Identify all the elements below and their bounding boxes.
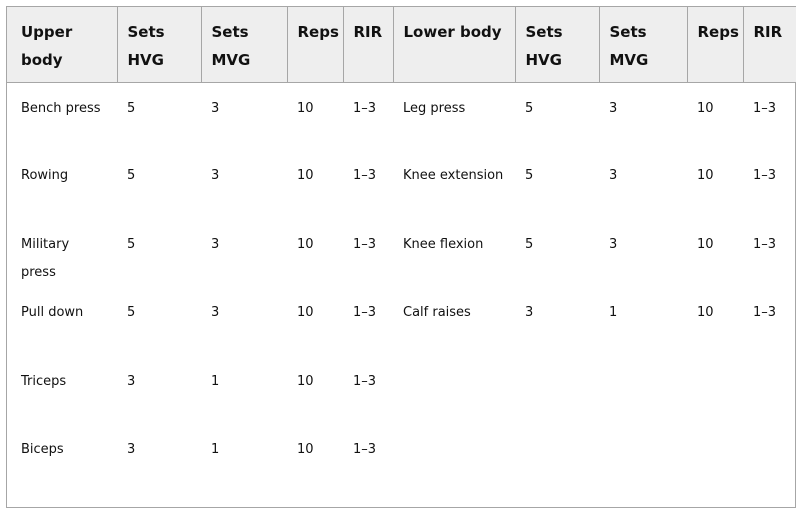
upper-sets-hvg: 5 (127, 236, 136, 252)
header-upper-sets-mvg: Sets MVG (201, 7, 288, 83)
header-upper-sets-hvg: Sets HVG (117, 7, 202, 83)
upper-exercise-name: Biceps (21, 442, 64, 457)
header-lower-sets-mvg: Sets MVG (599, 7, 688, 83)
lower-sets-mvg (599, 436, 687, 505)
lower-exercise-name (393, 368, 515, 437)
lower-sets-hvg: 5 (525, 100, 534, 116)
upper-sets-mvg: 1 (211, 373, 220, 389)
lower-rir: 1–3 (753, 100, 777, 116)
lower-sets-mvg: 3 (609, 236, 618, 252)
lower-exercise-name: Leg press (403, 100, 466, 116)
header-label: RIR (353, 23, 383, 41)
lower-rir: 1–3 (753, 305, 777, 320)
upper-sets-mvg: 3 (211, 168, 220, 183)
table-body: Bench press 5 3 10 1–3 Leg press 5 3 10 … (7, 82, 796, 505)
header-upper-body-label: Upper body (21, 23, 73, 69)
upper-exercise-name: Pull down (21, 305, 84, 320)
lower-reps (687, 436, 743, 505)
upper-reps: 10 (297, 442, 314, 457)
lower-rir (743, 436, 796, 505)
table-row: Bench press 5 3 10 1–3 Leg press 5 3 10 … (7, 82, 796, 162)
lower-rir: 1–3 (753, 236, 777, 252)
lower-sets-hvg (515, 436, 599, 505)
lower-sets-mvg: 1 (609, 305, 618, 320)
training-table-container: Upper body Sets HVG Sets MVG Reps RIR Lowe… (6, 6, 796, 508)
upper-rir: 1–3 (353, 100, 377, 116)
lower-rir (743, 368, 796, 437)
header-lower-reps: Reps (687, 7, 744, 83)
header-row: Upper body Sets HVG Sets MVG Reps RIR Lowe… (7, 7, 796, 83)
header-label-line1: Sets (525, 23, 563, 41)
header-lower-rir: RIR (743, 7, 796, 83)
header-lower-sets-hvg: Sets HVG (515, 7, 600, 83)
upper-sets-mvg: 1 (211, 442, 220, 457)
upper-reps: 10 (297, 236, 314, 252)
upper-sets-hvg: 5 (127, 100, 136, 116)
upper-sets-hvg: 3 (127, 373, 136, 389)
upper-rir: 1–3 (353, 305, 377, 320)
header-upper-body: Upper body (7, 7, 118, 83)
header-label-line1: Sets (211, 23, 249, 41)
header-label-line2: MVG (211, 51, 251, 69)
upper-exercise-name: Triceps (21, 373, 67, 389)
upper-exercise-name: Bench press (21, 100, 101, 116)
upper-sets-hvg: 3 (127, 442, 136, 457)
upper-rir: 1–3 (353, 373, 377, 389)
table-row: Triceps 3 1 10 1–3 (7, 368, 796, 437)
header-label: Reps (697, 23, 739, 41)
table-row: Rowing 5 3 10 1–3 Knee extension 5 3 10 … (7, 162, 796, 231)
header-upper-reps: Reps (287, 7, 344, 83)
upper-reps: 10 (297, 305, 314, 320)
upper-rir: 1–3 (353, 168, 377, 183)
training-table: Upper body Sets HVG Sets MVG Reps RIR Lowe… (7, 7, 796, 505)
header-label-line1: Sets (127, 23, 165, 41)
lower-rir: 1–3 (753, 168, 777, 183)
header-label: RIR (753, 23, 783, 41)
upper-reps: 10 (297, 100, 314, 116)
lower-exercise-name: Knee extension (403, 168, 504, 183)
upper-sets-mvg: 3 (211, 236, 220, 252)
lower-reps: 10 (697, 236, 714, 252)
header-label-line2: HVG (127, 51, 164, 69)
lower-exercise-name: Calf raises (403, 305, 471, 320)
header-label-line2: HVG (525, 51, 562, 69)
upper-sets-hvg: 5 (127, 168, 136, 183)
lower-sets-mvg: 3 (609, 100, 618, 116)
lower-reps: 10 (697, 168, 714, 183)
lower-exercise-name (393, 436, 515, 505)
upper-reps: 10 (297, 168, 314, 183)
upper-rir: 1–3 (353, 236, 377, 252)
table-header: Upper body Sets HVG Sets MVG Reps RIR Lowe… (7, 7, 796, 83)
upper-sets-mvg: 3 (211, 100, 220, 116)
upper-sets-hvg: 5 (127, 305, 136, 320)
lower-sets-mvg: 3 (609, 168, 618, 183)
lower-sets-mvg (599, 368, 687, 437)
upper-exercise-name: Military press (21, 236, 70, 280)
lower-reps: 10 (697, 100, 714, 116)
header-label-line2: MVG (609, 51, 649, 69)
lower-reps (687, 368, 743, 437)
upper-sets-mvg: 3 (211, 305, 220, 320)
lower-sets-hvg: 5 (525, 168, 534, 183)
lower-sets-hvg (515, 368, 599, 437)
lower-exercise-name: Knee flexion (403, 236, 484, 252)
header-label: Lower body (403, 23, 502, 41)
lower-sets-hvg: 3 (525, 305, 534, 320)
table-row: Pull down 5 3 10 1–3 Calf raises 3 1 10 … (7, 299, 796, 368)
upper-rir: 1–3 (353, 442, 377, 457)
header-upper-rir: RIR (343, 7, 394, 83)
lower-reps: 10 (697, 305, 714, 320)
header-label: Reps (297, 23, 339, 41)
header-label-line1: Sets (609, 23, 647, 41)
upper-exercise-name: Rowing (21, 168, 69, 183)
upper-reps: 10 (297, 373, 314, 389)
header-lower-body: Lower body (393, 7, 516, 83)
lower-sets-hvg: 5 (525, 236, 534, 252)
table-row: Military press 5 3 10 1–3 Knee flexion 5… (7, 231, 796, 300)
table-row: Biceps 3 1 10 1–3 (7, 436, 796, 505)
